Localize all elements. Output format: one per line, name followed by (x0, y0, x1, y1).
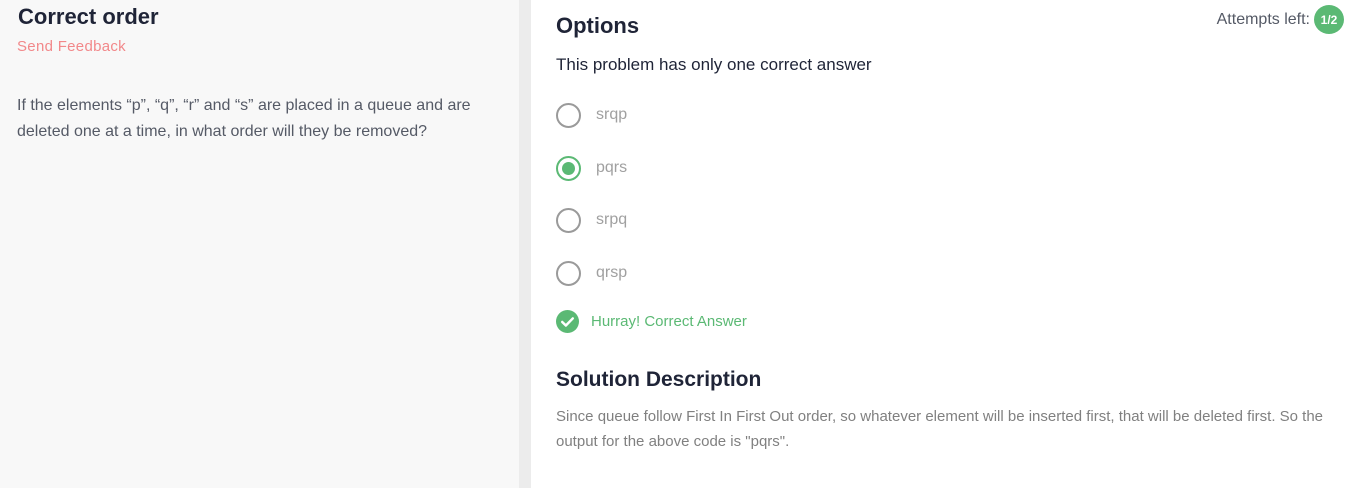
radio-button-selected[interactable] (556, 155, 581, 181)
problem-statement: If the elements “p”, “q”, “r” and “s” ar… (17, 97, 471, 140)
option-qrsp[interactable]: qrsp (556, 260, 627, 286)
result-message: Hurray! Correct Answer (556, 310, 747, 333)
option-srpq[interactable]: srpq (556, 207, 627, 233)
attempts-indicator: Attempts left: 1/2 (1217, 5, 1344, 34)
option-label: srpq (596, 211, 628, 228)
option-label: pqrs (596, 159, 628, 176)
option-srqp[interactable]: srqp (556, 102, 627, 128)
options-title: Options (556, 13, 640, 38)
radio-button[interactable] (556, 260, 581, 286)
send-feedback-link[interactable]: Send Feedback (17, 38, 126, 55)
attempts-label: Attempts left: (1216, 10, 1310, 28)
options-subtitle: This problem has only one correct answer (556, 55, 872, 74)
problem-panel: Correct order Send Feedback If the eleme… (0, 0, 519, 488)
solution-text: Since queue follow First In First Out or… (556, 408, 1324, 450)
option-label: qrsp (596, 264, 628, 281)
radio-button[interactable] (556, 207, 581, 233)
option-pqrs[interactable]: pqrs (556, 155, 627, 181)
solution-title: Solution Description (556, 368, 762, 391)
options-panel: Options Attempts left: 1/2 This problem … (531, 0, 1366, 488)
result-text: Hurray! Correct Answer (591, 313, 747, 330)
option-label: srqp (596, 106, 628, 123)
attempts-badge: 1/2 (1314, 5, 1344, 34)
problem-title: Correct order (18, 4, 159, 29)
check-circle-icon (556, 310, 579, 333)
panel-divider[interactable] (519, 0, 531, 488)
radio-button[interactable] (556, 102, 581, 128)
